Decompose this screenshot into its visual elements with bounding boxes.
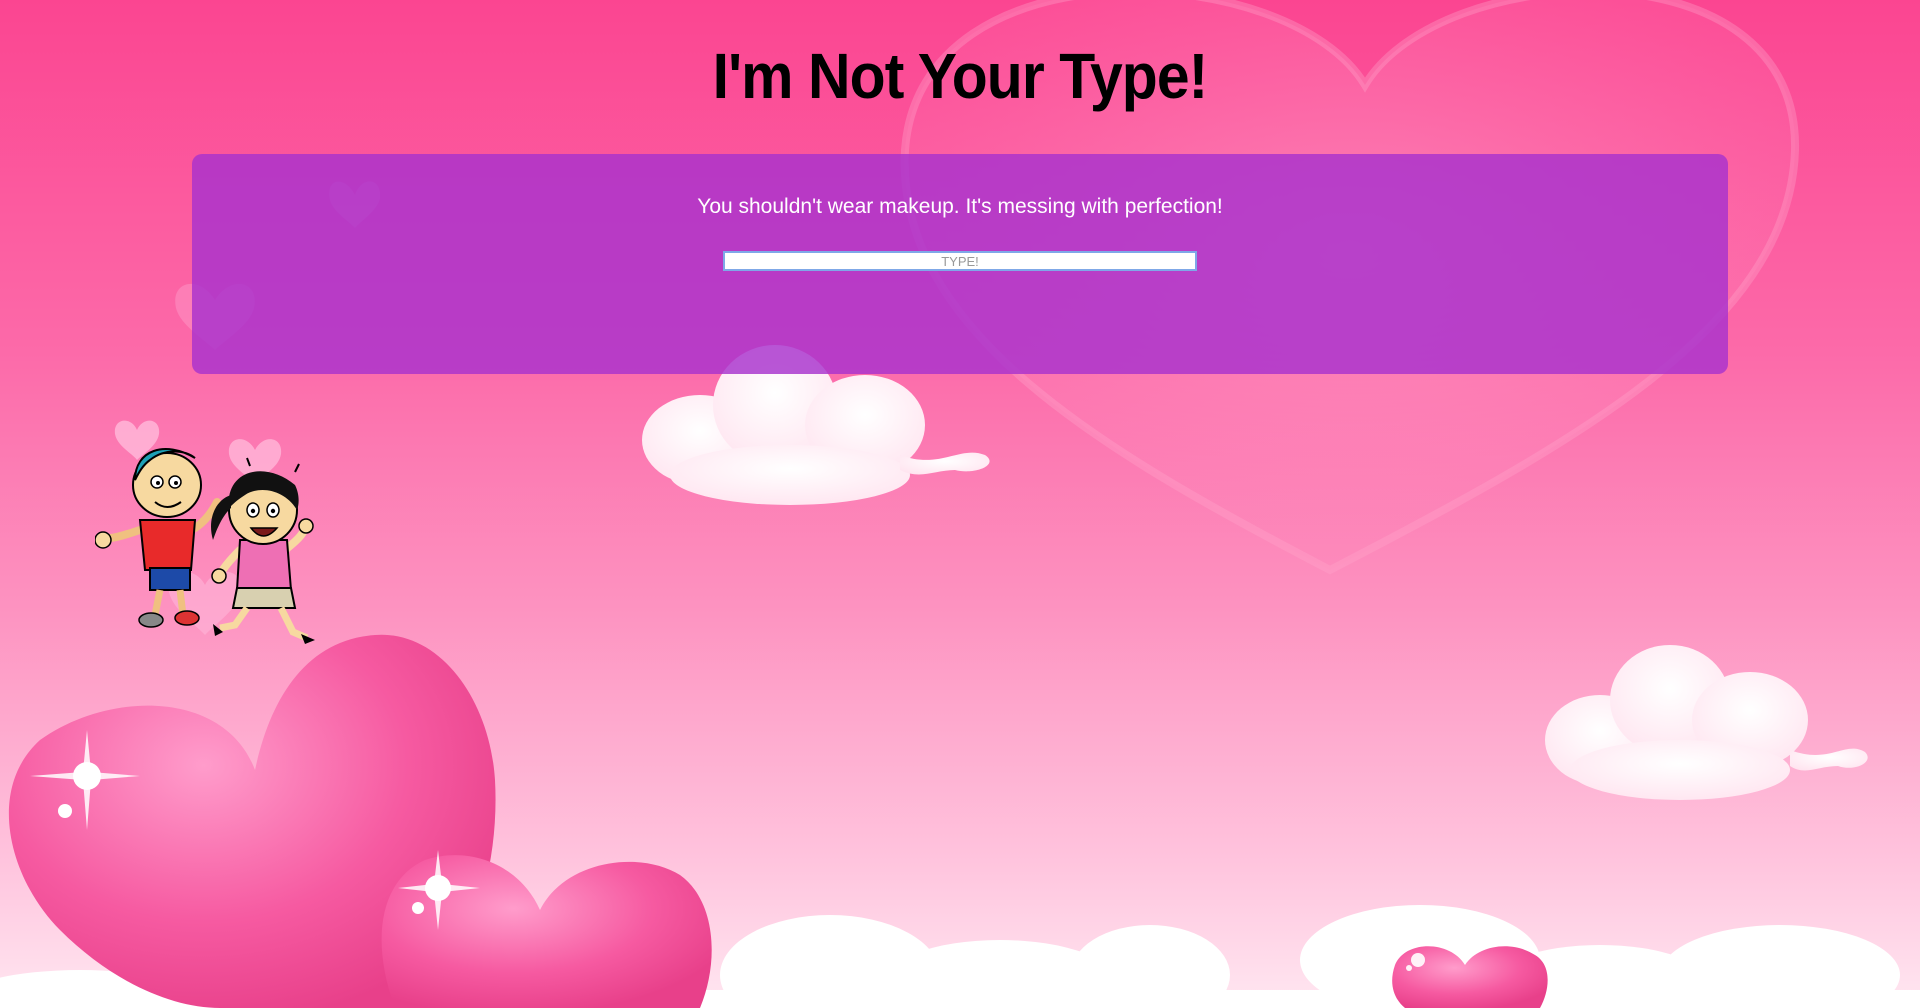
page-title: I'm Not Your Type! — [712, 40, 1209, 112]
message-panel: You shouldn't wear makeup. It's messing … — [192, 154, 1728, 374]
cloud-bottom — [0, 905, 1920, 1008]
pink-heart-medium — [381, 855, 712, 1008]
pink-heart-small — [1392, 946, 1548, 1008]
cloud-right — [1545, 645, 1868, 800]
panel-message: You shouldn't wear makeup. It's messing … — [697, 195, 1223, 218]
pink-heart-large — [8, 634, 496, 1008]
sparkle-1 — [30, 730, 140, 830]
type-input[interactable] — [723, 251, 1197, 271]
cartoon-kids-illustration — [95, 420, 315, 644]
girl-figure — [211, 457, 315, 644]
sparkle-2 — [398, 850, 480, 930]
